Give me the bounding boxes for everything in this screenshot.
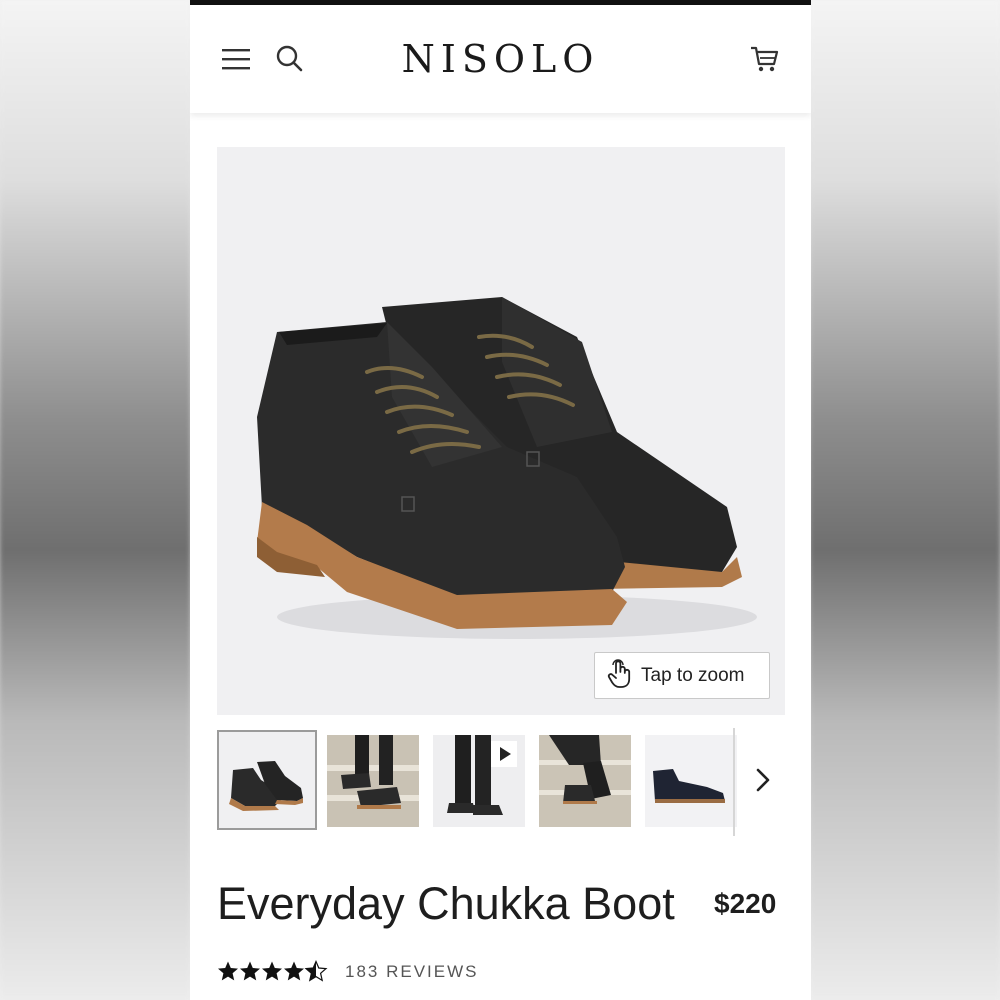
- play-icon[interactable]: [491, 741, 517, 767]
- blurred-backdrop-right: [810, 0, 1000, 1000]
- brand-logo[interactable]: NISOLO: [340, 37, 661, 81]
- tap-to-zoom-label: Tap to zoom: [641, 664, 745, 686]
- hamburger-menu-icon[interactable]: [220, 43, 252, 75]
- thumbnail-strip: [217, 728, 785, 836]
- site-header: NISOLO: [190, 5, 811, 113]
- shopping-cart-icon[interactable]: [748, 43, 780, 75]
- star-rating-icon: [217, 960, 331, 984]
- product-price: $220: [714, 888, 777, 919]
- tap-hand-icon: [607, 658, 633, 693]
- thumbnail-3[interactable]: [433, 735, 525, 827]
- product-main-image[interactable]: [217, 147, 785, 715]
- chevron-right-icon[interactable]: [749, 766, 777, 794]
- search-icon[interactable]: [274, 43, 306, 75]
- mobile-page: NISOLO Tap to zoom Everyday Chukka Boot …: [190, 0, 811, 1000]
- thumbnail-5[interactable]: [645, 735, 737, 827]
- blurred-backdrop-left: [0, 0, 190, 1000]
- thumbnail-divider: [733, 728, 735, 836]
- product-rating[interactable]: 183 REVIEWS: [217, 958, 479, 986]
- product-title: Everyday Chukka Boot: [217, 878, 675, 929]
- thumbnail-1[interactable]: [217, 730, 317, 830]
- tap-to-zoom-button[interactable]: Tap to zoom: [594, 652, 770, 699]
- thumbnail-4[interactable]: [539, 735, 631, 827]
- chukka-boots-illustration: [257, 297, 757, 639]
- thumbnail-2[interactable]: [327, 735, 419, 827]
- reviews-count-link[interactable]: 183 REVIEWS: [345, 962, 479, 982]
